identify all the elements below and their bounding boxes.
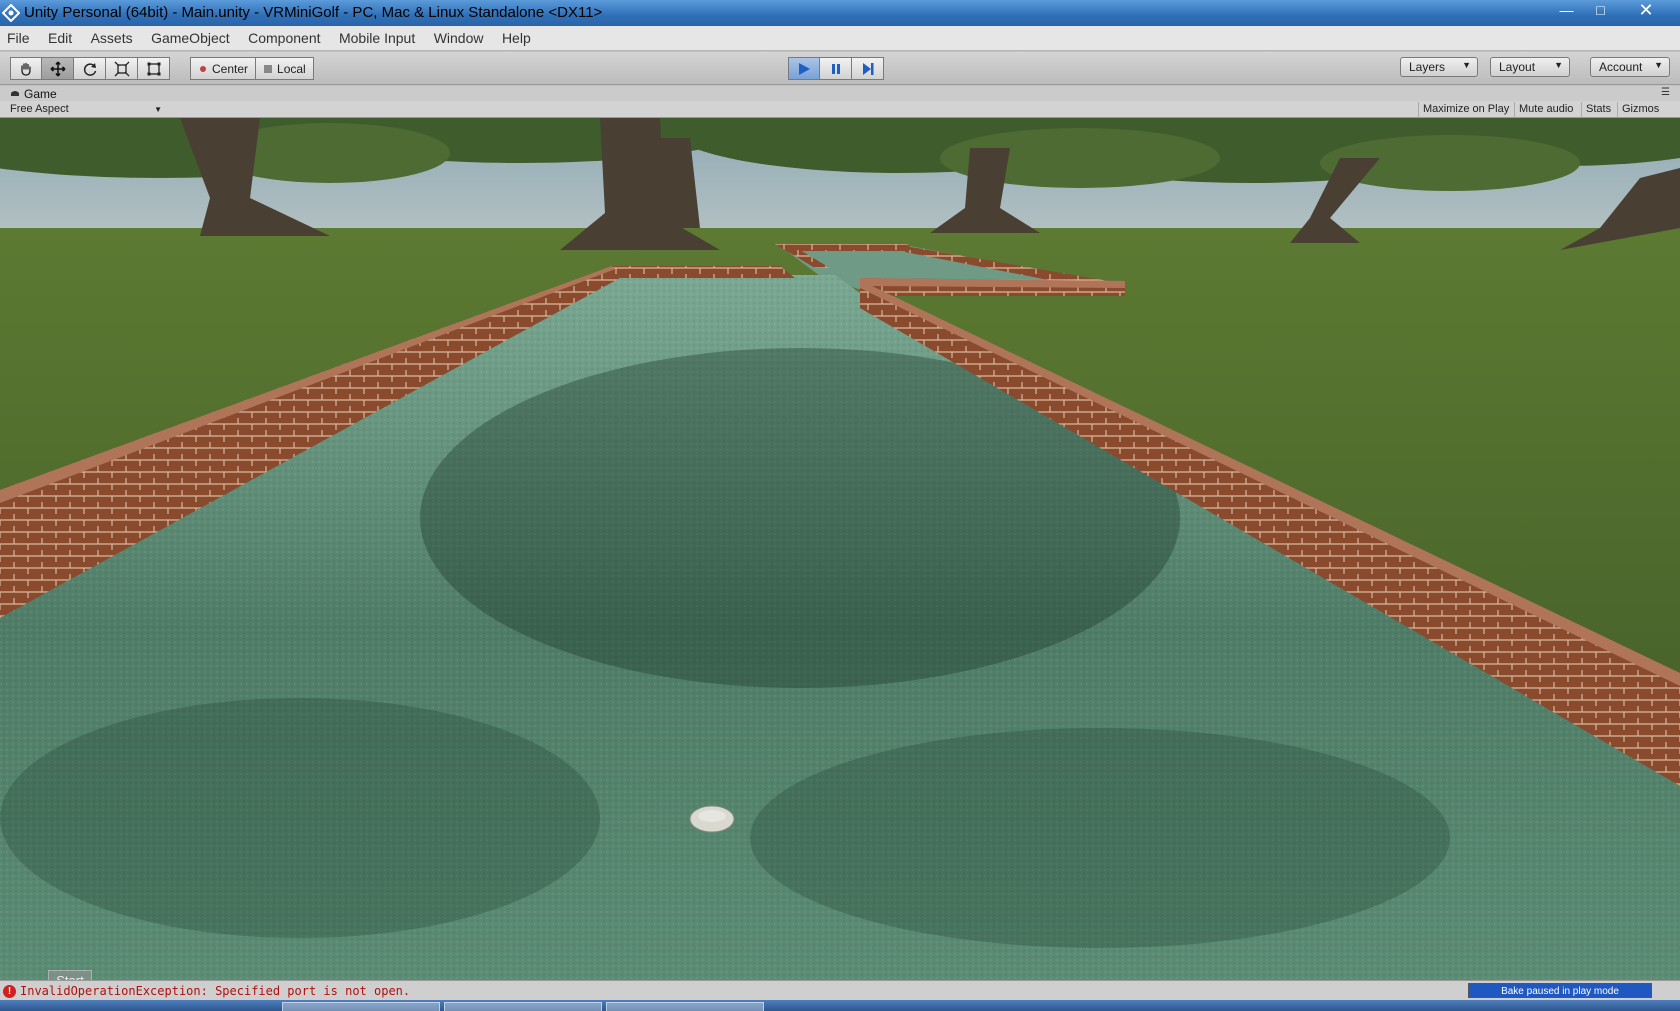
menu-bar: File Edit Assets GameObject Component Mo…: [0, 26, 1680, 51]
play-icon: [799, 62, 810, 75]
account-dropdown[interactable]: Account ▼: [1590, 57, 1670, 77]
chevron-down-icon: ▼: [1554, 60, 1563, 70]
mute-audio-toggle[interactable]: Mute audio: [1514, 102, 1577, 117]
minimize-button[interactable]: —: [1550, 0, 1583, 20]
pivot-space-button[interactable]: Local: [256, 57, 314, 80]
chevron-down-icon: ▼: [1654, 60, 1663, 70]
layout-dropdown[interactable]: Layout ▼: [1490, 57, 1570, 77]
playback-controls: [788, 57, 884, 80]
pivot-toggles: Center Local: [190, 57, 314, 80]
pause-icon: [831, 63, 840, 74]
maximize-on-play-toggle[interactable]: Maximize on Play: [1418, 102, 1513, 117]
rect-icon: [147, 62, 160, 75]
menu-file[interactable]: File: [0, 26, 37, 51]
chevron-down-icon: ▼: [1462, 60, 1471, 70]
windows-taskbar: [0, 1000, 1680, 1011]
close-button[interactable]: ✕: [1618, 0, 1674, 20]
console-message[interactable]: InvalidOperationException: Specified por…: [20, 984, 410, 998]
pivot-space-label: Local: [277, 61, 306, 76]
play-button[interactable]: [788, 57, 820, 80]
hand-tool-button[interactable]: [10, 57, 42, 80]
scale-tool-button[interactable]: [106, 57, 138, 80]
menu-component[interactable]: Component: [241, 26, 327, 51]
toolbar: Center Local Layers ▼ Layout ▼ Account ▼: [0, 52, 1680, 85]
hand-icon: [21, 62, 31, 76]
menu-window[interactable]: Window: [427, 26, 491, 51]
chevron-down-icon: ▼: [154, 105, 162, 114]
taskbar-item[interactable]: [444, 1002, 602, 1011]
aspect-label: Free Aspect: [10, 103, 69, 115]
game-view-toolbar: Free Aspect ▼ Maximize on Play Mute audi…: [0, 101, 1680, 118]
tab-game[interactable]: Game: [4, 86, 63, 101]
menu-mobile-input[interactable]: Mobile Input: [332, 26, 422, 51]
account-label: Account: [1599, 60, 1643, 74]
rect-tool-button[interactable]: [138, 57, 170, 80]
step-button[interactable]: [852, 57, 884, 80]
menu-gameobject[interactable]: GameObject: [144, 26, 237, 51]
rotate-tool-button[interactable]: [74, 57, 106, 80]
menu-assets[interactable]: Assets: [84, 26, 140, 51]
error-icon: !: [3, 985, 16, 998]
unity-logo-icon: [2, 4, 20, 22]
aspect-dropdown[interactable]: Free Aspect ▼: [4, 102, 164, 117]
layers-label: Layers: [1409, 60, 1446, 74]
mini-golf-scene: [0, 118, 1680, 980]
menu-edit[interactable]: Edit: [41, 26, 79, 51]
layers-dropdown[interactable]: Layers ▼: [1400, 57, 1478, 77]
local-space-icon: [264, 64, 273, 73]
tab-game-label: Game: [24, 86, 57, 101]
window-title: Unity Personal (64bit) - Main.unity - VR…: [24, 4, 603, 21]
move-tool-button[interactable]: [42, 57, 74, 80]
tab-menu-icon[interactable]: ☰: [1661, 87, 1670, 98]
step-icon: [862, 62, 873, 75]
pivot-center-icon: [200, 65, 206, 72]
pivot-mode-button[interactable]: Center: [190, 57, 257, 80]
transform-tools: [10, 57, 170, 80]
back-brick-wall: [612, 266, 795, 278]
maximize-button[interactable]: □: [1584, 0, 1617, 20]
taskbar-item[interactable]: [606, 1002, 764, 1011]
layout-label: Layout: [1499, 60, 1536, 74]
stats-toggle[interactable]: Stats: [1581, 102, 1615, 117]
status-bar: ! InvalidOperationException: Specified p…: [0, 980, 1680, 1000]
menu-help[interactable]: Help: [495, 26, 538, 51]
pivot-mode-label: Center: [212, 61, 249, 76]
game-controller-icon: [11, 90, 19, 96]
game-viewport[interactable]: [0, 118, 1680, 980]
pause-button[interactable]: [820, 57, 852, 80]
move-icon: [50, 61, 65, 76]
gizmos-toggle[interactable]: Gizmos: [1617, 102, 1663, 117]
scale-icon: [114, 61, 129, 76]
rotate-icon: [83, 62, 96, 76]
bake-status: Bake paused in play mode: [1468, 983, 1652, 998]
title-bar: Unity Personal (64bit) - Main.unity - VR…: [0, 0, 1680, 26]
taskbar-item[interactable]: [282, 1002, 440, 1011]
tab-bar: Game ☰: [0, 86, 1680, 101]
